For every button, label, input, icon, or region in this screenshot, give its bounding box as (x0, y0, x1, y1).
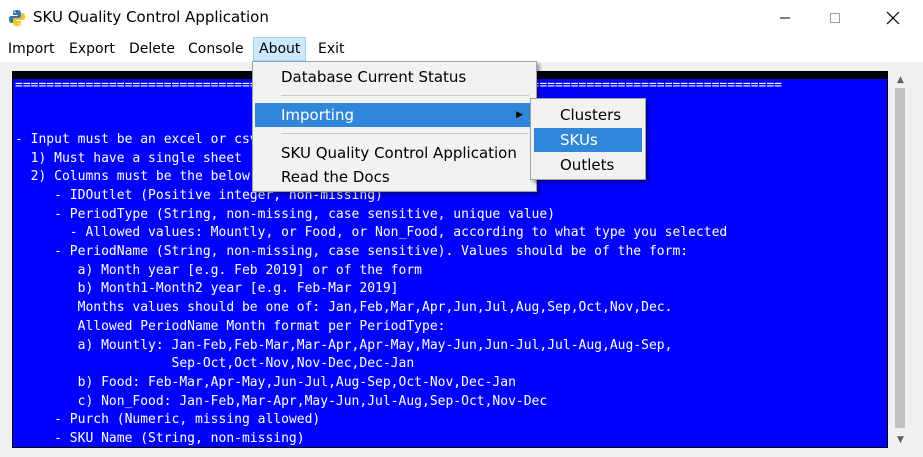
minimize-icon (780, 17, 790, 19)
console-line: - PeriodName (String, non-missing, case … (15, 244, 689, 259)
window-title: SKU Quality Control Application (33, 8, 269, 26)
submenu-item-skus[interactable]: SKUs (534, 128, 642, 152)
close-icon (886, 11, 900, 25)
maximize-button[interactable] (812, 0, 858, 36)
menu-separator (281, 95, 529, 96)
scroll-thumb[interactable] (895, 88, 905, 428)
scroll-up-arrow-icon[interactable]: ▲ (892, 71, 909, 88)
console-line: - SKU Name (String, non-missing) (15, 431, 305, 446)
close-button[interactable] (870, 0, 916, 36)
console-line: c) Non_Food: Jan-Feb,Mar-Apr,May-Jun,Jul… (15, 394, 548, 409)
console-line: 2) Columns must be the below (15, 169, 250, 184)
submenu-arrow-icon: ▶ (516, 110, 523, 120)
console-line: b) Food: Feb-Mar,Apr-May,Jun-Jul,Aug-Sep… (15, 375, 516, 390)
console-line: b) Month1-Month2 year [e.g. Feb-Mar 2019… (15, 281, 399, 296)
python-icon (9, 10, 25, 26)
console-line: - Purch (Numeric, missing allowed) (15, 412, 321, 427)
menu-delete[interactable]: Delete (124, 37, 180, 61)
about-dropdown-menu: Database Current Status Importing ▶ SKU … (252, 61, 537, 192)
menu-item-database-status[interactable]: Database Current Status (255, 65, 533, 89)
console-line: a) Month year [e.g. Feb 2019] or of the … (15, 263, 422, 278)
menu-item-about-app[interactable]: SKU Quality Control Application (255, 141, 533, 165)
menu-console[interactable]: Console (183, 37, 249, 61)
submenu-item-outlets[interactable]: Outlets (534, 153, 642, 177)
menu-bar: Import Export Delete Console About Exit (0, 37, 923, 61)
console-line: 1) Must have a single sheet (15, 151, 242, 166)
menu-import[interactable]: Import (3, 37, 59, 61)
menu-about[interactable]: About (253, 37, 307, 61)
importing-submenu: Clusters SKUs Outlets (530, 98, 646, 180)
console-line: a) Mountly: Jan-Feb,Feb-Mar,Mar-Apr,Apr-… (15, 338, 673, 353)
minimize-button[interactable] (762, 0, 808, 36)
scroll-down-arrow-icon[interactable]: ▼ (892, 431, 909, 448)
menu-item-read-docs[interactable]: Read the Docs (255, 165, 533, 189)
menu-item-importing-label: Importing (281, 106, 354, 124)
console-line: Allowed PeriodName Month format per Peri… (15, 319, 446, 334)
console-line: Months values should be one of: Jan,Feb,… (15, 300, 673, 315)
console-line: Sep-Oct,Oct-Nov,Nov-Dec,Dec-Jan (15, 356, 415, 371)
menu-separator (281, 133, 529, 134)
menu-exit[interactable]: Exit (313, 37, 350, 61)
title-bar: SKU Quality Control Application (0, 0, 923, 36)
menu-item-importing[interactable]: Importing ▶ (255, 103, 533, 127)
console-line: - Allowed values: Mountly, or Food, or N… (15, 225, 728, 240)
console-line: - PeriodType (String, non-missing, case … (15, 207, 556, 222)
submenu-item-clusters[interactable]: Clusters (534, 103, 642, 127)
maximize-icon (830, 13, 840, 23)
menu-export[interactable]: Export (64, 37, 120, 61)
